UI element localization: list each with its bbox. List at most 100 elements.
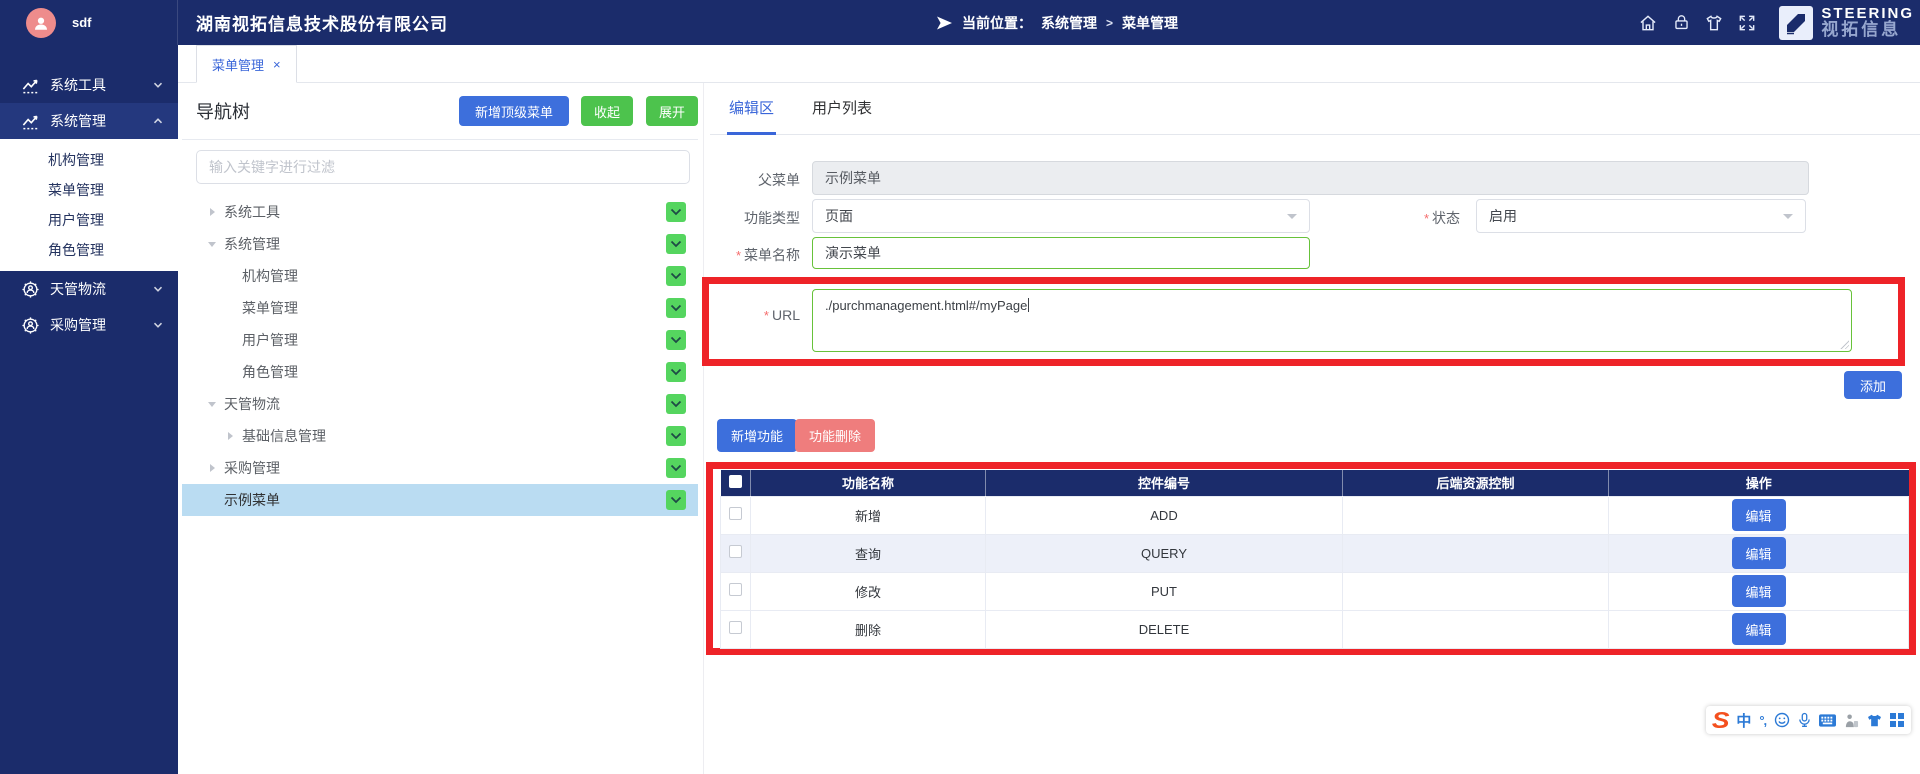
top-header-bar: sdf 湖南视拓信息技术股份有限公司 当前位置： 系统管理>菜单管理 STEER… [0,0,1920,45]
user-icon [32,14,50,32]
chinese-mode-icon[interactable]: 中 [1736,710,1751,731]
function-type-value: 页面 [825,206,853,226]
edit-button[interactable]: 编辑 [1732,613,1786,645]
close-tab-icon[interactable]: × [273,57,281,72]
handwriting-icon[interactable] [1844,713,1859,728]
select-all-checkbox[interactable] [729,475,742,488]
tree-node-label: 天管物流 [224,394,666,414]
row-checkbox[interactable] [729,621,742,634]
delete-function-button[interactable]: 功能删除 [795,419,875,452]
visibility-check-icon[interactable] [666,394,686,414]
tree-arrow-placeholder [204,492,220,508]
row-checkbox[interactable] [729,545,742,558]
tree-node-label: 系统管理 [224,234,666,254]
skin-icon[interactable] [1867,714,1882,727]
tree-node[interactable]: 天管物流 [182,388,698,420]
chart-icon [20,75,40,95]
edit-button[interactable]: 编辑 [1732,537,1786,569]
cell-control-code: QUERY [986,534,1343,572]
add-function-button[interactable]: 新增功能 [717,419,797,452]
required-asterisk: * [764,308,769,323]
cell-actions: 编辑 [1609,534,1909,572]
collapse-arrow-icon[interactable] [204,236,220,252]
function-type-select[interactable]: 页面 [812,199,1310,233]
sidebar-subitem[interactable]: 机构管理 [0,145,178,175]
url-textarea[interactable]: ./purchmanagement.html#/myPage [812,289,1852,352]
lock-icon[interactable] [1670,12,1692,34]
edit-button[interactable]: 编辑 [1732,575,1786,607]
punctuation-icon[interactable]: °, [1759,713,1766,728]
status-select[interactable]: 启用 [1476,199,1806,233]
tree-node[interactable]: 角色管理 [182,356,698,388]
chevron-down-icon [1287,214,1297,219]
tree-arrow-placeholder [222,332,238,348]
sidebar-item[interactable]: 采购管理 [0,307,178,343]
fullscreen-icon[interactable] [1736,12,1758,34]
keyboard-icon[interactable] [1819,714,1836,727]
toolbox-icon[interactable] [1890,713,1904,727]
tree-node-label: 机构管理 [242,266,666,286]
sidebar-subitem[interactable]: 菜单管理 [0,175,178,205]
visibility-check-icon[interactable] [666,330,686,350]
tree-node[interactable]: 基础信息管理 [182,420,698,452]
collapse-all-button[interactable]: 收起 [581,96,633,126]
tree-filter-input[interactable] [196,150,690,184]
sidebar-subitem[interactable]: 用户管理 [0,205,178,235]
table-row: 查询QUERY编辑 [721,534,1909,572]
editor-tab-edit-area[interactable]: 编辑区 [729,83,774,135]
tree-panel-header: 导航树 新增顶级菜单 收起 展开 [182,83,698,140]
visibility-check-icon[interactable] [666,426,686,446]
sidebar-item[interactable]: 天管物流 [0,271,178,307]
visibility-check-icon[interactable] [666,458,686,478]
workspace-tab-label: 菜单管理 [212,55,264,74]
tree-node[interactable]: 采购管理 [182,452,698,484]
menu-name-label: *菜单名称 [660,245,800,265]
app-root: sdf 湖南视拓信息技术股份有限公司 当前位置： 系统管理>菜单管理 STEER… [0,0,1920,774]
sogou-logo[interactable]: S [1713,709,1728,732]
required-asterisk: * [1424,211,1429,226]
row-checkbox[interactable] [729,583,742,596]
tree-node[interactable]: 示例菜单 [182,484,698,516]
user-block[interactable]: sdf [0,0,178,45]
tree-node[interactable]: 菜单管理 [182,292,698,324]
sidebar-subitem[interactable]: 角色管理 [0,235,178,265]
breadcrumb-item[interactable]: 系统管理 [1041,13,1097,33]
ime-toolbar: S中 °, [1706,706,1911,734]
sidebar-item[interactable]: 系统工具 [0,67,178,103]
cell-function-name: 删除 [751,610,986,648]
expand-arrow-icon[interactable] [222,428,238,444]
resize-grip[interactable] [1839,339,1849,349]
table-row: 修改PUT编辑 [721,572,1909,610]
breadcrumb-item[interactable]: 菜单管理 [1122,13,1178,33]
breadcrumb-separator: > [1106,16,1113,30]
tree-node[interactable]: 系统管理 [182,228,698,260]
expand-all-button[interactable]: 展开 [646,96,698,126]
add-button[interactable]: 添加 [1844,371,1902,399]
expand-arrow-icon[interactable] [204,460,220,476]
visibility-check-icon[interactable] [666,490,686,510]
visibility-check-icon[interactable] [666,266,686,286]
sidebar-submenu: 机构管理菜单管理用户管理角色管理 [0,139,178,271]
tree-node-label: 示例菜单 [224,490,666,510]
editor-tab-user-list[interactable]: 用户列表 [812,83,872,135]
steering-logo-icon [1779,6,1813,40]
menu-name-input[interactable] [812,237,1310,269]
expand-arrow-icon[interactable] [204,204,220,220]
edit-button[interactable]: 编辑 [1732,499,1786,531]
mic-icon[interactable] [1798,712,1811,728]
emoji-icon[interactable] [1774,712,1790,728]
tree-node-label: 系统工具 [224,202,666,222]
home-icon[interactable] [1637,12,1659,34]
row-checkbox[interactable] [729,507,742,520]
brand-logo: STEERING 视拓信息 [1779,6,1916,40]
add-top-menu-button[interactable]: 新增顶级菜单 [459,96,569,126]
workspace-tab-menu-management[interactable]: 菜单管理 × [196,45,297,83]
tree-node[interactable]: 用户管理 [182,324,698,356]
collapse-arrow-icon[interactable] [204,396,220,412]
theme-icon[interactable] [1703,12,1725,34]
avatar[interactable] [26,8,56,38]
tree-node[interactable]: 机构管理 [182,260,698,292]
tree-node[interactable]: 系统工具 [182,196,698,228]
sidebar-item[interactable]: 系统管理 [0,103,178,139]
visibility-check-icon[interactable] [666,362,686,382]
